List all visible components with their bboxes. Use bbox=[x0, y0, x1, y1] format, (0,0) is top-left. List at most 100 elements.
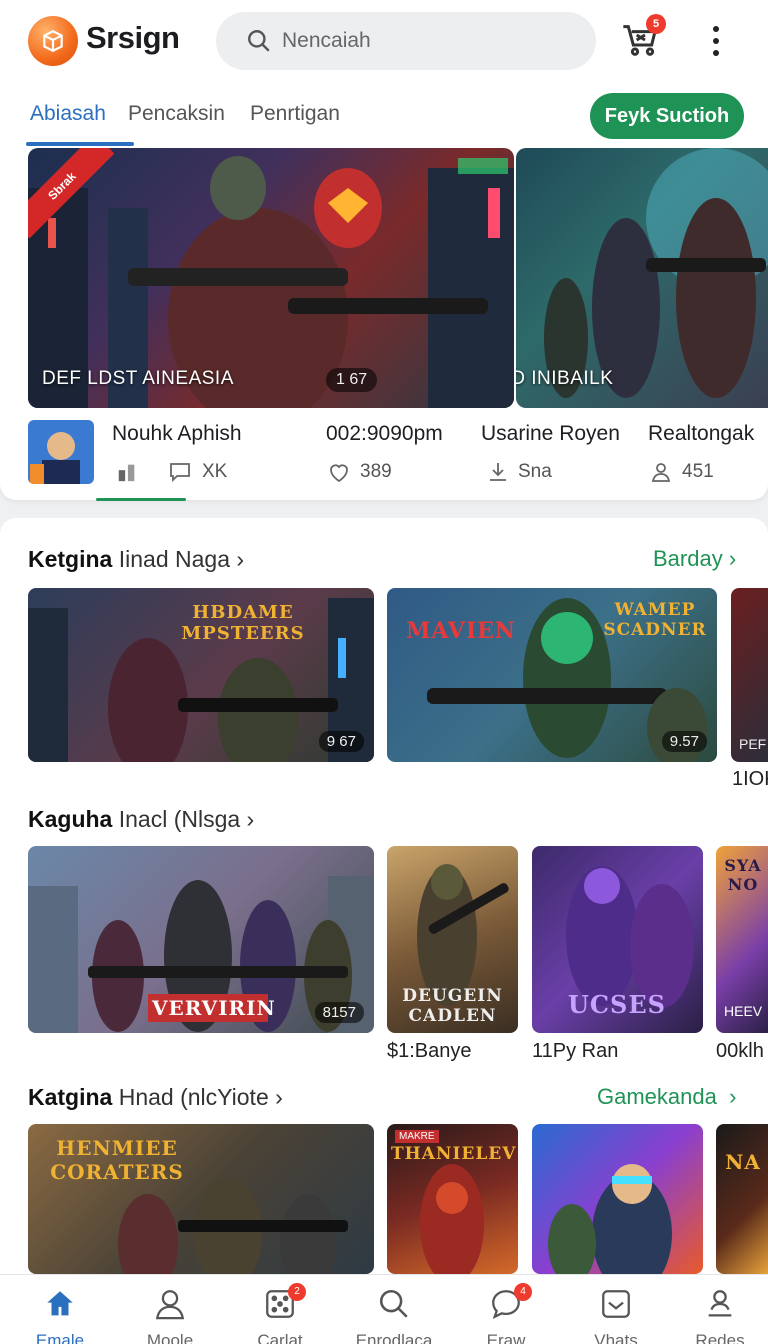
app-bar: Srsign 5 bbox=[0, 0, 768, 86]
search-bar[interactable] bbox=[216, 12, 596, 70]
game-card[interactable]: MAKRE THANIELEV bbox=[387, 1124, 518, 1274]
banner-score: 1 67 bbox=[326, 368, 378, 392]
card-art-title: HBDAME MPSTEERS bbox=[181, 602, 305, 644]
game-card[interactable]: PEF bbox=[731, 588, 768, 762]
nav-badge: 4 bbox=[514, 1283, 532, 1301]
info-meta-1: XK bbox=[116, 460, 227, 484]
featured-info-row: Nouhk Aphish XK 002:9090pm 389 Usarine R… bbox=[0, 420, 768, 492]
game-card[interactable]: HENMIEE CORATERS bbox=[28, 1124, 374, 1274]
nav-label: Emale bbox=[35, 1331, 85, 1344]
card-art-title: HENMIEE CORATERS bbox=[50, 1136, 184, 1184]
nav-item-enrodlaca[interactable]: Enrodlaca bbox=[346, 1287, 442, 1344]
nav-label: Redes bbox=[695, 1331, 745, 1344]
heart-icon bbox=[330, 464, 348, 483]
nav-badge: 2 bbox=[288, 1283, 306, 1301]
download-label: Sna bbox=[518, 461, 552, 482]
featured-card: Srsign 5 Abiasah Pencaksin Penrtigan Fey… bbox=[0, 0, 768, 500]
info-title-2: 002:9090pm bbox=[326, 422, 443, 445]
app-logo[interactable] bbox=[28, 16, 78, 66]
section-title[interactable]: Kaguha Inacl (Nlsga › bbox=[28, 806, 254, 833]
cart-button[interactable]: 5 bbox=[620, 14, 666, 60]
section-link[interactable]: Gamekanda › bbox=[597, 1084, 736, 1110]
users-icon bbox=[651, 463, 671, 482]
home-icon bbox=[47, 1291, 73, 1316]
search-icon bbox=[248, 30, 270, 52]
game-card[interactable]: HBDAME MPSTEERS 9 67 bbox=[28, 588, 374, 762]
game-card[interactable]: VERVIRIN 8157 bbox=[28, 846, 374, 1033]
inbox-icon bbox=[602, 1290, 630, 1318]
section-link[interactable]: Barday › bbox=[653, 546, 736, 572]
like-count: 389 bbox=[360, 461, 392, 482]
nav-item-redes[interactable]: Redes bbox=[672, 1287, 768, 1344]
more-menu-icon[interactable] bbox=[702, 22, 730, 60]
bottom-navigation: Emale Moole 2 Carlat Enrodlaca 4 Eraw Vh… bbox=[0, 1274, 768, 1344]
card-art-title: MAVIEN bbox=[405, 618, 517, 644]
info-meta-2[interactable]: 389 bbox=[326, 460, 392, 484]
carousel-indicator bbox=[96, 498, 186, 501]
card-art-title: NA bbox=[725, 1150, 761, 1174]
nav-item-carlat[interactable]: 2 Carlat bbox=[232, 1283, 328, 1344]
comment-icon bbox=[170, 463, 190, 483]
nav-label: Moole bbox=[146, 1331, 194, 1344]
section-title[interactable]: Ketgina Iinad Naga › bbox=[28, 546, 244, 573]
search-input[interactable] bbox=[282, 29, 562, 53]
tab-abiasah[interactable]: Abiasah bbox=[30, 102, 106, 126]
game-card[interactable]: NA bbox=[716, 1124, 768, 1274]
info-meta-3[interactable]: Sna bbox=[486, 460, 552, 484]
app-screen: Srsign 5 Abiasah Pencaksin Penrtigan Fey… bbox=[0, 0, 768, 1344]
info-title-1[interactable]: Nouhk Aphish bbox=[112, 422, 242, 446]
card-score: 9 67 bbox=[318, 731, 364, 752]
brand-name: Srsign bbox=[86, 20, 180, 55]
nav-label: Carlat bbox=[257, 1331, 303, 1344]
tab-pencaksin[interactable]: Pencaksin bbox=[128, 102, 225, 126]
card-art-subtitle: WAMEP SCADNER bbox=[603, 600, 707, 640]
game-card[interactable]: MAVIEN WAMEP SCADNER 9.57 bbox=[387, 588, 717, 762]
tab-penrtigan[interactable]: Penrtigan bbox=[250, 102, 340, 126]
card-score: 8157 bbox=[314, 1002, 364, 1023]
game-card[interactable] bbox=[532, 1124, 703, 1274]
card-art-title: PEF bbox=[739, 736, 767, 752]
banner-caption-2: DETT:D INIBAILK bbox=[516, 368, 614, 389]
info-title-4[interactable]: Realtongak bbox=[648, 422, 754, 446]
card-label: 1IOK bbox=[732, 768, 768, 790]
card-art-title: DEUGEIN CADLEN bbox=[402, 986, 503, 1026]
nav-item-home[interactable]: Emale bbox=[12, 1287, 108, 1344]
section-title[interactable]: Katgina Hnad (nlcYiote › bbox=[28, 1084, 283, 1111]
nav-item-eraw[interactable]: 4 Eraw bbox=[458, 1283, 554, 1344]
card-art-title: UCSES bbox=[568, 990, 666, 1019]
cart-badge: 5 bbox=[646, 14, 666, 34]
card-score: 9.57 bbox=[661, 731, 707, 752]
game-card[interactable]: UCSES bbox=[532, 846, 703, 1033]
person-icon bbox=[155, 1290, 185, 1320]
game-card[interactable]: SYA NO HEEV bbox=[716, 846, 768, 1033]
creator-avatar[interactable] bbox=[28, 420, 94, 484]
card-art-title: THANIELEV bbox=[391, 1144, 517, 1164]
card-art-title: SYA NO bbox=[724, 856, 762, 894]
card-label: 11Py Ran bbox=[532, 1040, 619, 1062]
info-meta-value: XK bbox=[202, 461, 228, 482]
nav-item-vhats[interactable]: Vhats bbox=[568, 1287, 664, 1344]
tab-indicator bbox=[26, 142, 134, 146]
box-icon bbox=[43, 30, 63, 52]
bar-chart-icon bbox=[118, 464, 135, 482]
info-title-3[interactable]: Usarine Royen bbox=[481, 422, 620, 446]
card-label: 00klh bbox=[716, 1040, 764, 1062]
card-tag: MAKRE bbox=[395, 1130, 439, 1143]
featured-banner-2[interactable]: DETT:D INIBAILK bbox=[516, 148, 768, 408]
nav-item-moole[interactable]: Moole bbox=[122, 1287, 218, 1344]
profile-icon bbox=[708, 1290, 732, 1317]
nav-label: Vhats bbox=[594, 1331, 638, 1344]
search-icon bbox=[379, 1289, 408, 1318]
banner-caption: DEF LDST AINEASIA bbox=[42, 368, 234, 389]
cta-button[interactable]: Feyk Suctioh bbox=[590, 93, 744, 139]
card-art-title: VERVIRIN bbox=[148, 994, 275, 1022]
card-label: $1:Banye bbox=[387, 1040, 472, 1062]
nav-label: Enrodlaca bbox=[355, 1331, 433, 1344]
user-count: 451 bbox=[682, 461, 714, 482]
featured-banner[interactable]: Sbrak DEF LDST AINEASIA 1 67 bbox=[28, 148, 514, 408]
card-art-subtitle: HEEV bbox=[724, 1003, 763, 1019]
game-card[interactable]: DEUGEIN CADLEN bbox=[387, 846, 518, 1033]
info-meta-4: 451 bbox=[648, 460, 714, 484]
download-icon bbox=[490, 463, 506, 481]
nav-label: Eraw bbox=[486, 1331, 526, 1344]
